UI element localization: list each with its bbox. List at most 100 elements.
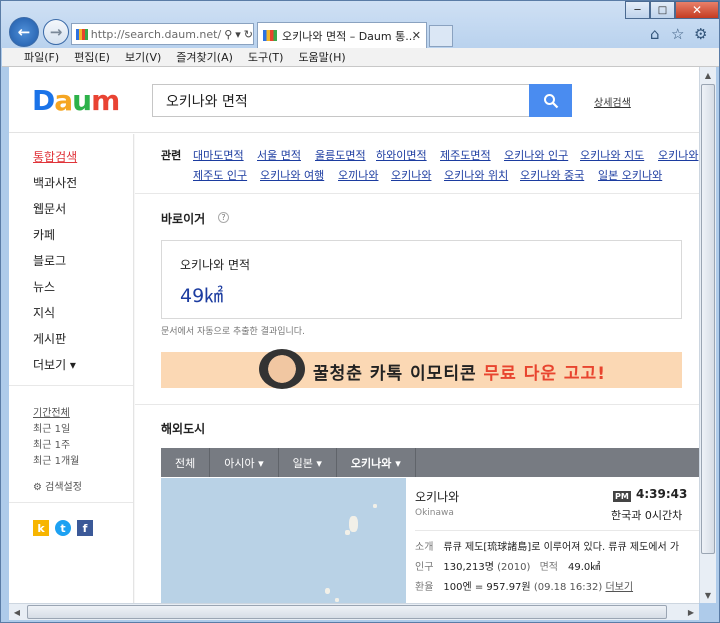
close-tab-icon[interactable]: ✕ (412, 29, 421, 42)
exchange-more-link[interactable]: 더보기 (605, 582, 633, 593)
back-button[interactable]: ← (9, 17, 39, 47)
answer-note: 문서에서 자동으로 추출한 결과입니다. (161, 327, 305, 337)
category-sidebar: 통합검색 백과사전 웹문서 카페 블로그 뉴스 지식 게시판 더보기 ▾ 기간전… (9, 134, 134, 603)
address-bar[interactable]: http://search.daum.net/ ⚲ ▾ ↻ (71, 23, 254, 45)
info-divider (415, 530, 699, 531)
menu-view[interactable]: 보기(V) (125, 49, 161, 65)
filter-1-month[interactable]: 최근 1개월 (33, 452, 79, 467)
filter-all-period[interactable]: 기간전체 (33, 404, 70, 419)
sidebar-item-cafe[interactable]: 카페 (33, 226, 55, 243)
search-button[interactable] (529, 84, 572, 117)
section-divider (135, 404, 699, 405)
facebook-icon[interactable]: f (77, 520, 93, 536)
related-link[interactable]: 오키나와 지도 (580, 147, 644, 163)
sidebar-item-blog[interactable]: 블로그 (33, 252, 66, 269)
home-icon[interactable]: ⌂ (650, 25, 660, 43)
maximize-button[interactable]: □ (650, 1, 675, 19)
browser-window: ← → http://search.daum.net/ ⚲ ▾ ↻ 오키나와 면… (0, 0, 720, 623)
related-link[interactable]: 제주도 인구 (193, 167, 247, 183)
city-name: 오키나와 (415, 490, 460, 504)
city-map[interactable] (161, 478, 406, 603)
city-nav-okinawa[interactable]: 오키나와 ▾ (337, 448, 416, 477)
menu-tools[interactable]: 도구(T) (248, 49, 284, 65)
gear-icon[interactable]: ⚙ (694, 25, 707, 43)
arrow-left-icon: ← (17, 23, 31, 41)
scroll-up-icon[interactable]: ▲ (700, 67, 716, 83)
related-link[interactable]: 울릉도면적 (315, 147, 366, 163)
kakaostory-icon[interactable]: k (33, 520, 49, 536)
related-link[interactable]: 대마도면적 (193, 147, 244, 163)
related-link[interactable]: 오키나와 위치 (444, 167, 508, 183)
related-link[interactable]: 제주도면적 (440, 147, 491, 163)
browser-toolbar: ← → http://search.daum.net/ ⚲ ▾ ↻ 오키나와 면… (1, 1, 719, 48)
answer-card: 오키나와 면적 49㎢ (161, 240, 682, 319)
sidebar-divider (9, 502, 133, 503)
search-icon[interactable]: ⚲ (224, 28, 232, 41)
time-difference: 한국과 0시간차 (611, 509, 683, 522)
sidebar-item-encyclopedia[interactable]: 백과사전 (33, 174, 77, 191)
scroll-down-icon[interactable]: ▼ (700, 587, 716, 603)
help-icon[interactable]: ? (218, 212, 229, 223)
horizontal-scroll-thumb[interactable] (27, 605, 667, 619)
search-input[interactable]: 오키나와 면적 (152, 84, 530, 117)
related-label: 관련 (161, 149, 182, 162)
answer-label: 오키나와 면적 (180, 258, 251, 272)
advanced-search-link[interactable]: 상세검색 (594, 94, 631, 109)
filter-1-week[interactable]: 최근 1주 (33, 436, 70, 451)
new-tab-button[interactable] (429, 25, 453, 47)
close-window-button[interactable]: ✕ (675, 1, 719, 19)
daum-logo[interactable]: Daum (32, 84, 120, 117)
menu-file[interactable]: 파일(F) (24, 49, 59, 65)
related-link[interactable]: 오키나와 (658, 147, 698, 163)
sidebar-item-news[interactable]: 뉴스 (33, 278, 55, 295)
forward-button[interactable]: → (43, 19, 69, 45)
scroll-right-icon[interactable]: ▶ (683, 604, 699, 620)
social-share: k t f (33, 520, 93, 536)
vertical-scroll-thumb[interactable] (701, 84, 715, 554)
search-icon (543, 93, 558, 108)
daum-favicon-icon (263, 30, 277, 41)
menu-help[interactable]: 도움말(H) (298, 49, 345, 65)
related-link[interactable]: 하와이면적 (376, 147, 427, 163)
browser-tab[interactable]: 오키나와 면적 – Daum 통... ✕ (257, 22, 427, 48)
menu-favorites[interactable]: 즐겨찾기(A) (176, 49, 233, 65)
answer-value: 49㎢ (180, 285, 224, 307)
vertical-scrollbar[interactable]: ▲ ▼ (699, 67, 716, 603)
related-link[interactable]: 오키나와 여행 (260, 167, 324, 183)
filter-1-day[interactable]: 최근 1일 (33, 420, 70, 435)
city-nav-japan[interactable]: 일본 ▾ (279, 448, 337, 477)
info-row-exchange: 환율 100엔 = 957.97원 (09.18 16:32) 더보기 (415, 582, 634, 593)
search-header: Daum 오키나와 면적 상세검색 (9, 67, 699, 133)
city-nav-all[interactable]: 전체 (161, 448, 211, 477)
map-island (335, 598, 339, 602)
search-settings-link[interactable]: ⚙ 검색설정 (33, 478, 82, 493)
sidebar-item-total[interactable]: 통합검색 (33, 148, 77, 165)
related-link[interactable]: 오끼나와 (338, 167, 378, 183)
ampm-badge: PM (613, 491, 631, 502)
menu-edit[interactable]: 편집(E) (74, 49, 110, 65)
section-title: 해외도시 (161, 422, 206, 436)
ad-banner[interactable]: 꿀청춘 카톡 이모티콘 무료 다운 고고! (161, 349, 682, 389)
related-link[interactable]: 오키나와 (391, 167, 431, 183)
info-row-intro: 소개 류큐 제도[琉球諸島]로 이루어져 있다. 류큐 제도에서 가 (415, 542, 680, 553)
refresh-icon[interactable]: ↻ (244, 28, 253, 41)
info-row-population: 인구 130,213명 (2010) 면적 49.0㎢ (415, 562, 601, 573)
chevron-down-icon[interactable]: ▾ (235, 28, 241, 41)
related-link[interactable]: 일본 오키나와 (598, 167, 662, 183)
city-breadcrumb: 전체 아시아 ▾ 일본 ▾ 오키나와 ▾ (161, 448, 699, 477)
related-link[interactable]: 서울 면적 (257, 147, 301, 163)
sidebar-item-board[interactable]: 게시판 (33, 330, 66, 347)
sidebar-item-web[interactable]: 웹문서 (33, 200, 66, 217)
page-viewport: Daum 오키나와 면적 상세검색 통합검색 백과사전 웹문서 카페 블로그 뉴… (9, 67, 699, 603)
horizontal-scrollbar[interactable]: ◀ ▶ (9, 603, 699, 620)
city-info-panel: 오키나와 Okinawa PM 4:39:43 한국과 0시간차 소개 류큐 제도… (406, 478, 699, 603)
related-link[interactable]: 오키나와 인구 (504, 147, 568, 163)
city-nav-asia[interactable]: 아시아 ▾ (210, 448, 279, 477)
minimize-button[interactable]: ─ (625, 1, 650, 19)
favorites-star-icon[interactable]: ☆ (671, 25, 684, 43)
sidebar-item-knowledge[interactable]: 지식 (33, 304, 55, 321)
twitter-icon[interactable]: t (55, 520, 71, 536)
scroll-left-icon[interactable]: ◀ (9, 604, 25, 620)
related-link[interactable]: 오키나와 중국 (520, 167, 584, 183)
sidebar-item-more[interactable]: 더보기 ▾ (33, 356, 76, 373)
